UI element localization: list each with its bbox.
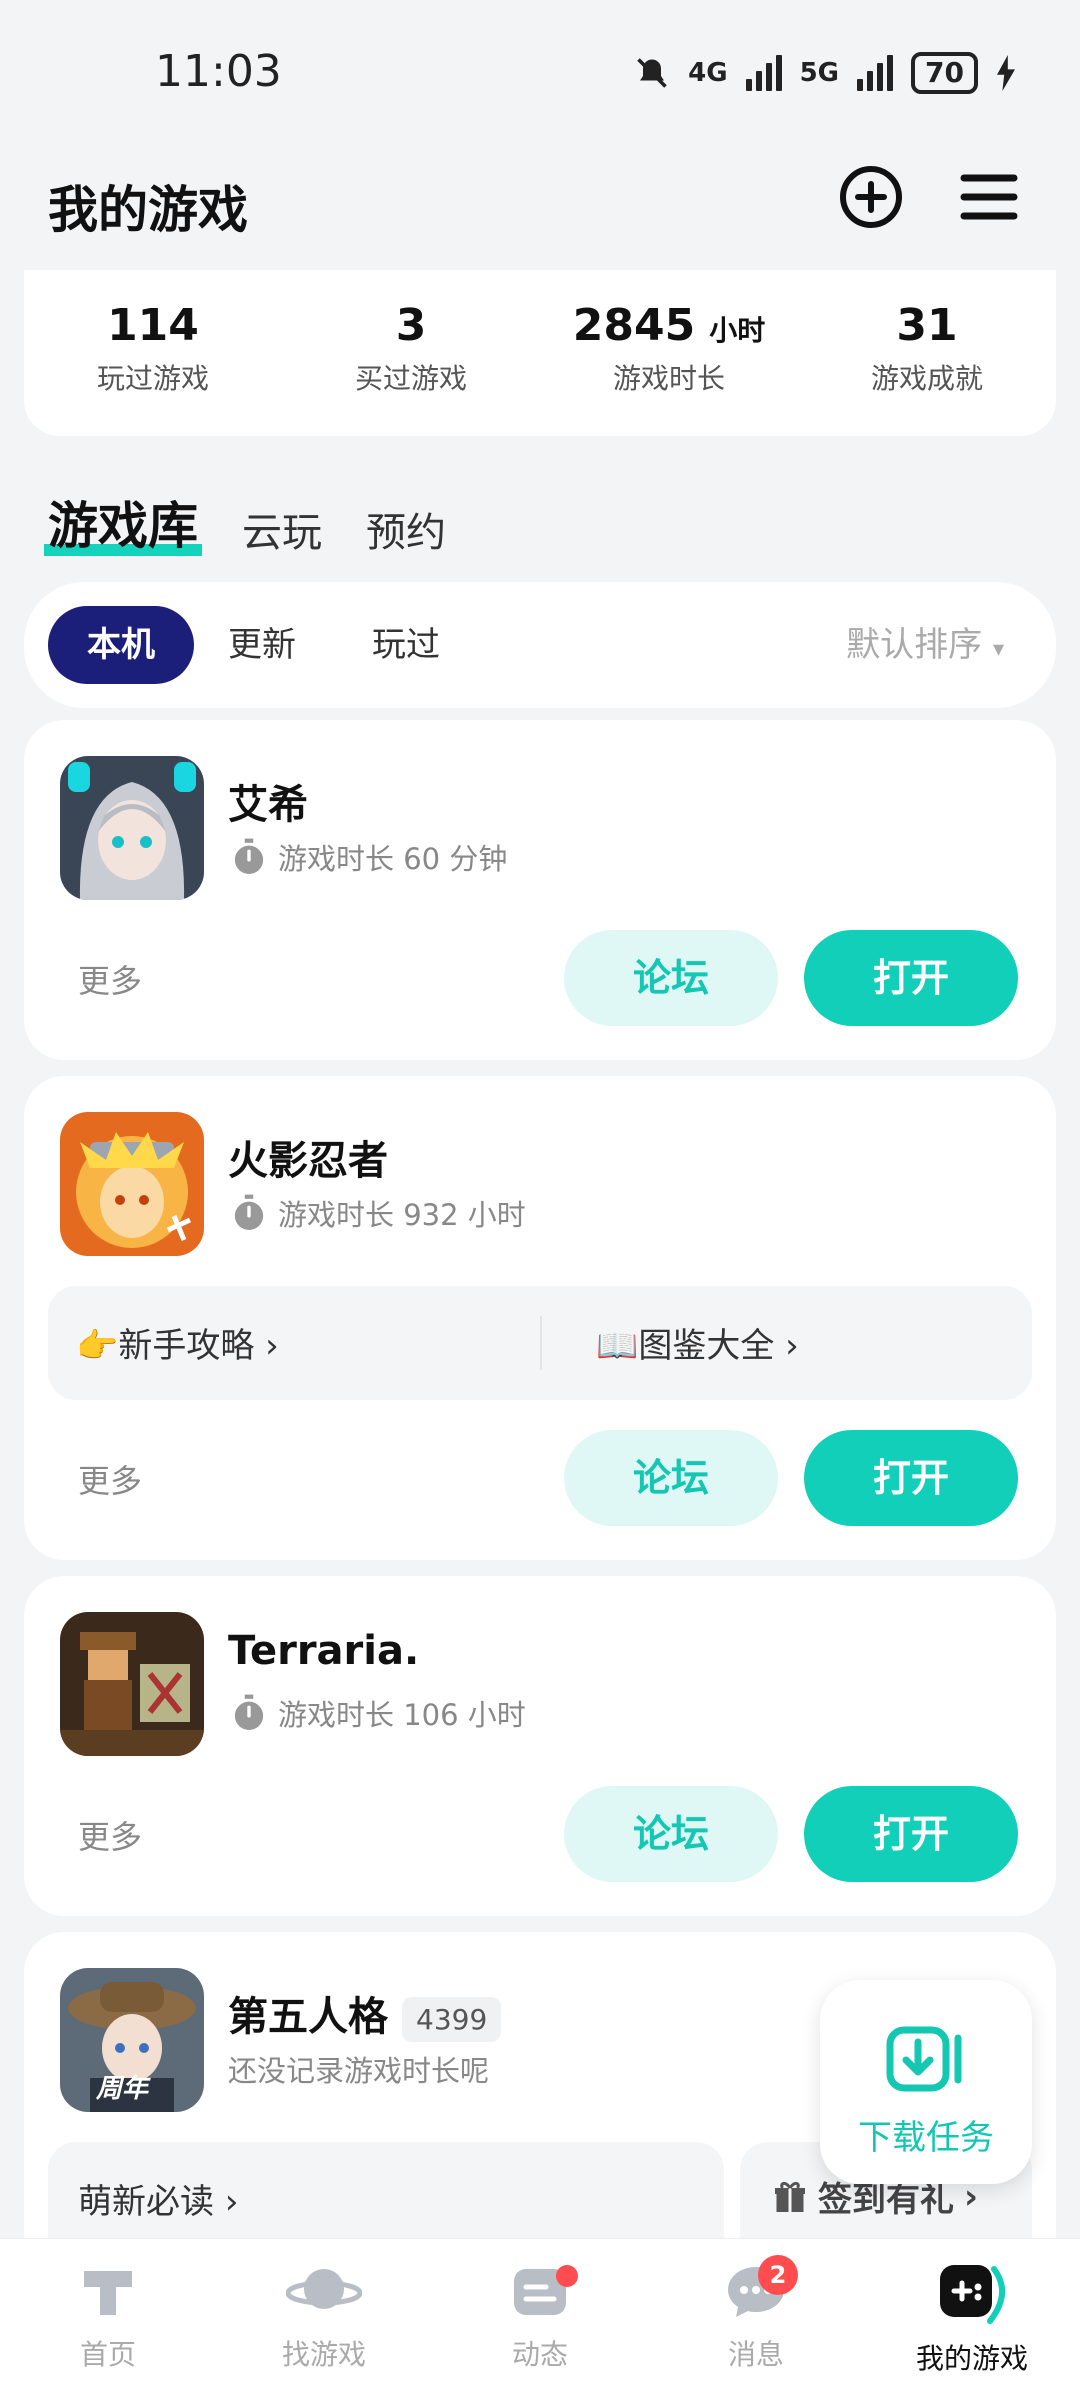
- add-circle-icon[interactable]: [836, 162, 906, 232]
- gift-icon: [775, 2181, 805, 2212]
- nav-home[interactable]: 首页: [0, 2261, 216, 2373]
- status-time: 11:03: [155, 46, 282, 97]
- nav-feed[interactable]: 动态: [432, 2261, 648, 2373]
- guide-beginner-link[interactable]: 👉新手攻略 ›: [76, 1318, 279, 1367]
- stopwatch-icon: [234, 1194, 264, 1230]
- mute-bell-icon: [637, 58, 667, 88]
- open-button[interactable]: 打开: [804, 930, 1018, 1026]
- game-card-terraria[interactable]: Terraria. 游戏时长 106 小时 更多 论坛 打开: [24, 1576, 1056, 1916]
- game-card-naruto[interactable]: 火影忍者 游戏时长 932 小时 👉新手攻略 › 📖图鉴大全 › 更多 论坛 打…: [24, 1076, 1056, 1560]
- game-guides: 👉新手攻略 › 📖图鉴大全 ›: [48, 1286, 1032, 1400]
- more-link[interactable]: 更多: [78, 1456, 142, 1502]
- game-icon-terraria: [60, 1612, 204, 1756]
- filter-chip-local[interactable]: 本机: [48, 606, 194, 684]
- home-icon: [84, 2271, 132, 2315]
- sort-dropdown[interactable]: 默认排序 ▾: [846, 606, 1004, 684]
- filter-chip-played[interactable]: 玩过: [372, 606, 440, 684]
- game-card-aixi[interactable]: 艾希 游戏时长 60 分钟 更多 论坛 打开: [24, 720, 1056, 1060]
- stopwatch-icon: [234, 1694, 264, 1730]
- network-4g-label: 4G: [688, 58, 728, 88]
- message-count-badge: 2: [758, 2255, 798, 2295]
- charging-icon: [997, 55, 1015, 91]
- more-link[interactable]: 更多: [78, 956, 142, 1002]
- forum-button[interactable]: 论坛: [564, 930, 778, 1026]
- forum-button[interactable]: 论坛: [564, 1786, 778, 1882]
- stat-playtime[interactable]: 2845 小时 游戏时长: [540, 300, 798, 397]
- status-bar: 11:03 4G 5G 70: [0, 0, 1080, 140]
- notification-dot: [556, 2265, 578, 2287]
- nav-find-games[interactable]: 找游戏: [216, 2261, 432, 2373]
- stat-achievements[interactable]: 31 游戏成就: [798, 300, 1056, 397]
- game-name: 艾希: [228, 782, 308, 828]
- game-playtime: 游戏时长 106 小时: [232, 1692, 526, 1734]
- stopwatch-icon: [234, 838, 264, 874]
- game-icon-identity-v: 周年: [60, 1968, 204, 2112]
- game-playtime: 游戏时长 932 小时: [232, 1192, 526, 1234]
- download-tasks-button[interactable]: 下载任务: [820, 1980, 1032, 2184]
- guide-encyclopedia-link[interactable]: 📖图鉴大全 ›: [596, 1318, 799, 1367]
- game-playtime: 游戏时长 60 分钟: [232, 836, 507, 878]
- planet-icon: [285, 2269, 363, 2309]
- gamepad-icon: [940, 2265, 1005, 2324]
- anniversary-label: 周年: [96, 2074, 149, 2104]
- nav-my-games[interactable]: 我的游戏: [864, 2261, 1080, 2377]
- filter-bar: 本机 更新 玩过 默认排序 ▾: [24, 582, 1056, 708]
- page-header: 我的游戏: [0, 150, 1080, 270]
- download-tasks-label: 下载任务: [858, 2118, 994, 2158]
- divider: [540, 1316, 542, 1370]
- battery-level: 70: [911, 52, 978, 94]
- chevron-right-icon: ›: [224, 2182, 239, 2222]
- source-badge: 4399: [402, 1996, 502, 2042]
- more-link[interactable]: 更多: [78, 1812, 142, 1858]
- game-icon-naruto: [60, 1112, 204, 1256]
- page-title: 我的游戏: [48, 181, 248, 239]
- signal-icon: [745, 55, 782, 91]
- sort-label: 默认排序: [846, 625, 983, 665]
- forum-button[interactable]: 论坛: [564, 1430, 778, 1526]
- filter-chip-updates[interactable]: 更新: [228, 606, 296, 684]
- game-name: Terraria.: [228, 1628, 420, 1674]
- game-icon-aixi: [60, 756, 204, 900]
- game-playtime: 还没记录游戏时长呢: [228, 2054, 490, 2088]
- tab-reservations[interactable]: 预约: [366, 500, 446, 558]
- stat-bought[interactable]: 3 买过游戏: [282, 300, 540, 397]
- chevron-right-icon: ›: [265, 1326, 279, 1366]
- status-icons: 4G 5G 70: [634, 52, 1016, 94]
- menu-icon[interactable]: [954, 162, 1024, 232]
- library-tabs: 游戏库 云玩 预约: [44, 478, 446, 558]
- signal-icon-2: [857, 55, 894, 91]
- bottom-nav: 首页 找游戏 动态 2 消息 我的游戏: [0, 2238, 1080, 2401]
- download-icon: [886, 2026, 962, 2092]
- caret-down-icon: ▾: [992, 637, 1004, 662]
- open-button[interactable]: 打开: [804, 1786, 1018, 1882]
- game-name: 火影忍者: [228, 1138, 388, 1184]
- open-button[interactable]: 打开: [804, 1430, 1018, 1526]
- game-name: 第五人格 4399: [228, 1984, 502, 2042]
- stat-played[interactable]: 114 玩过游戏: [24, 300, 282, 397]
- chevron-right-icon: ›: [785, 1326, 799, 1366]
- network-5g-label: 5G: [799, 58, 840, 88]
- tab-cloud-play[interactable]: 云玩: [242, 500, 322, 558]
- stats-panel: 114 玩过游戏 3 买过游戏 2845 小时 游戏时长 31 游戏成就: [24, 270, 1056, 436]
- tab-library[interactable]: 游戏库: [44, 486, 202, 558]
- nav-messages[interactable]: 2 消息: [648, 2255, 864, 2373]
